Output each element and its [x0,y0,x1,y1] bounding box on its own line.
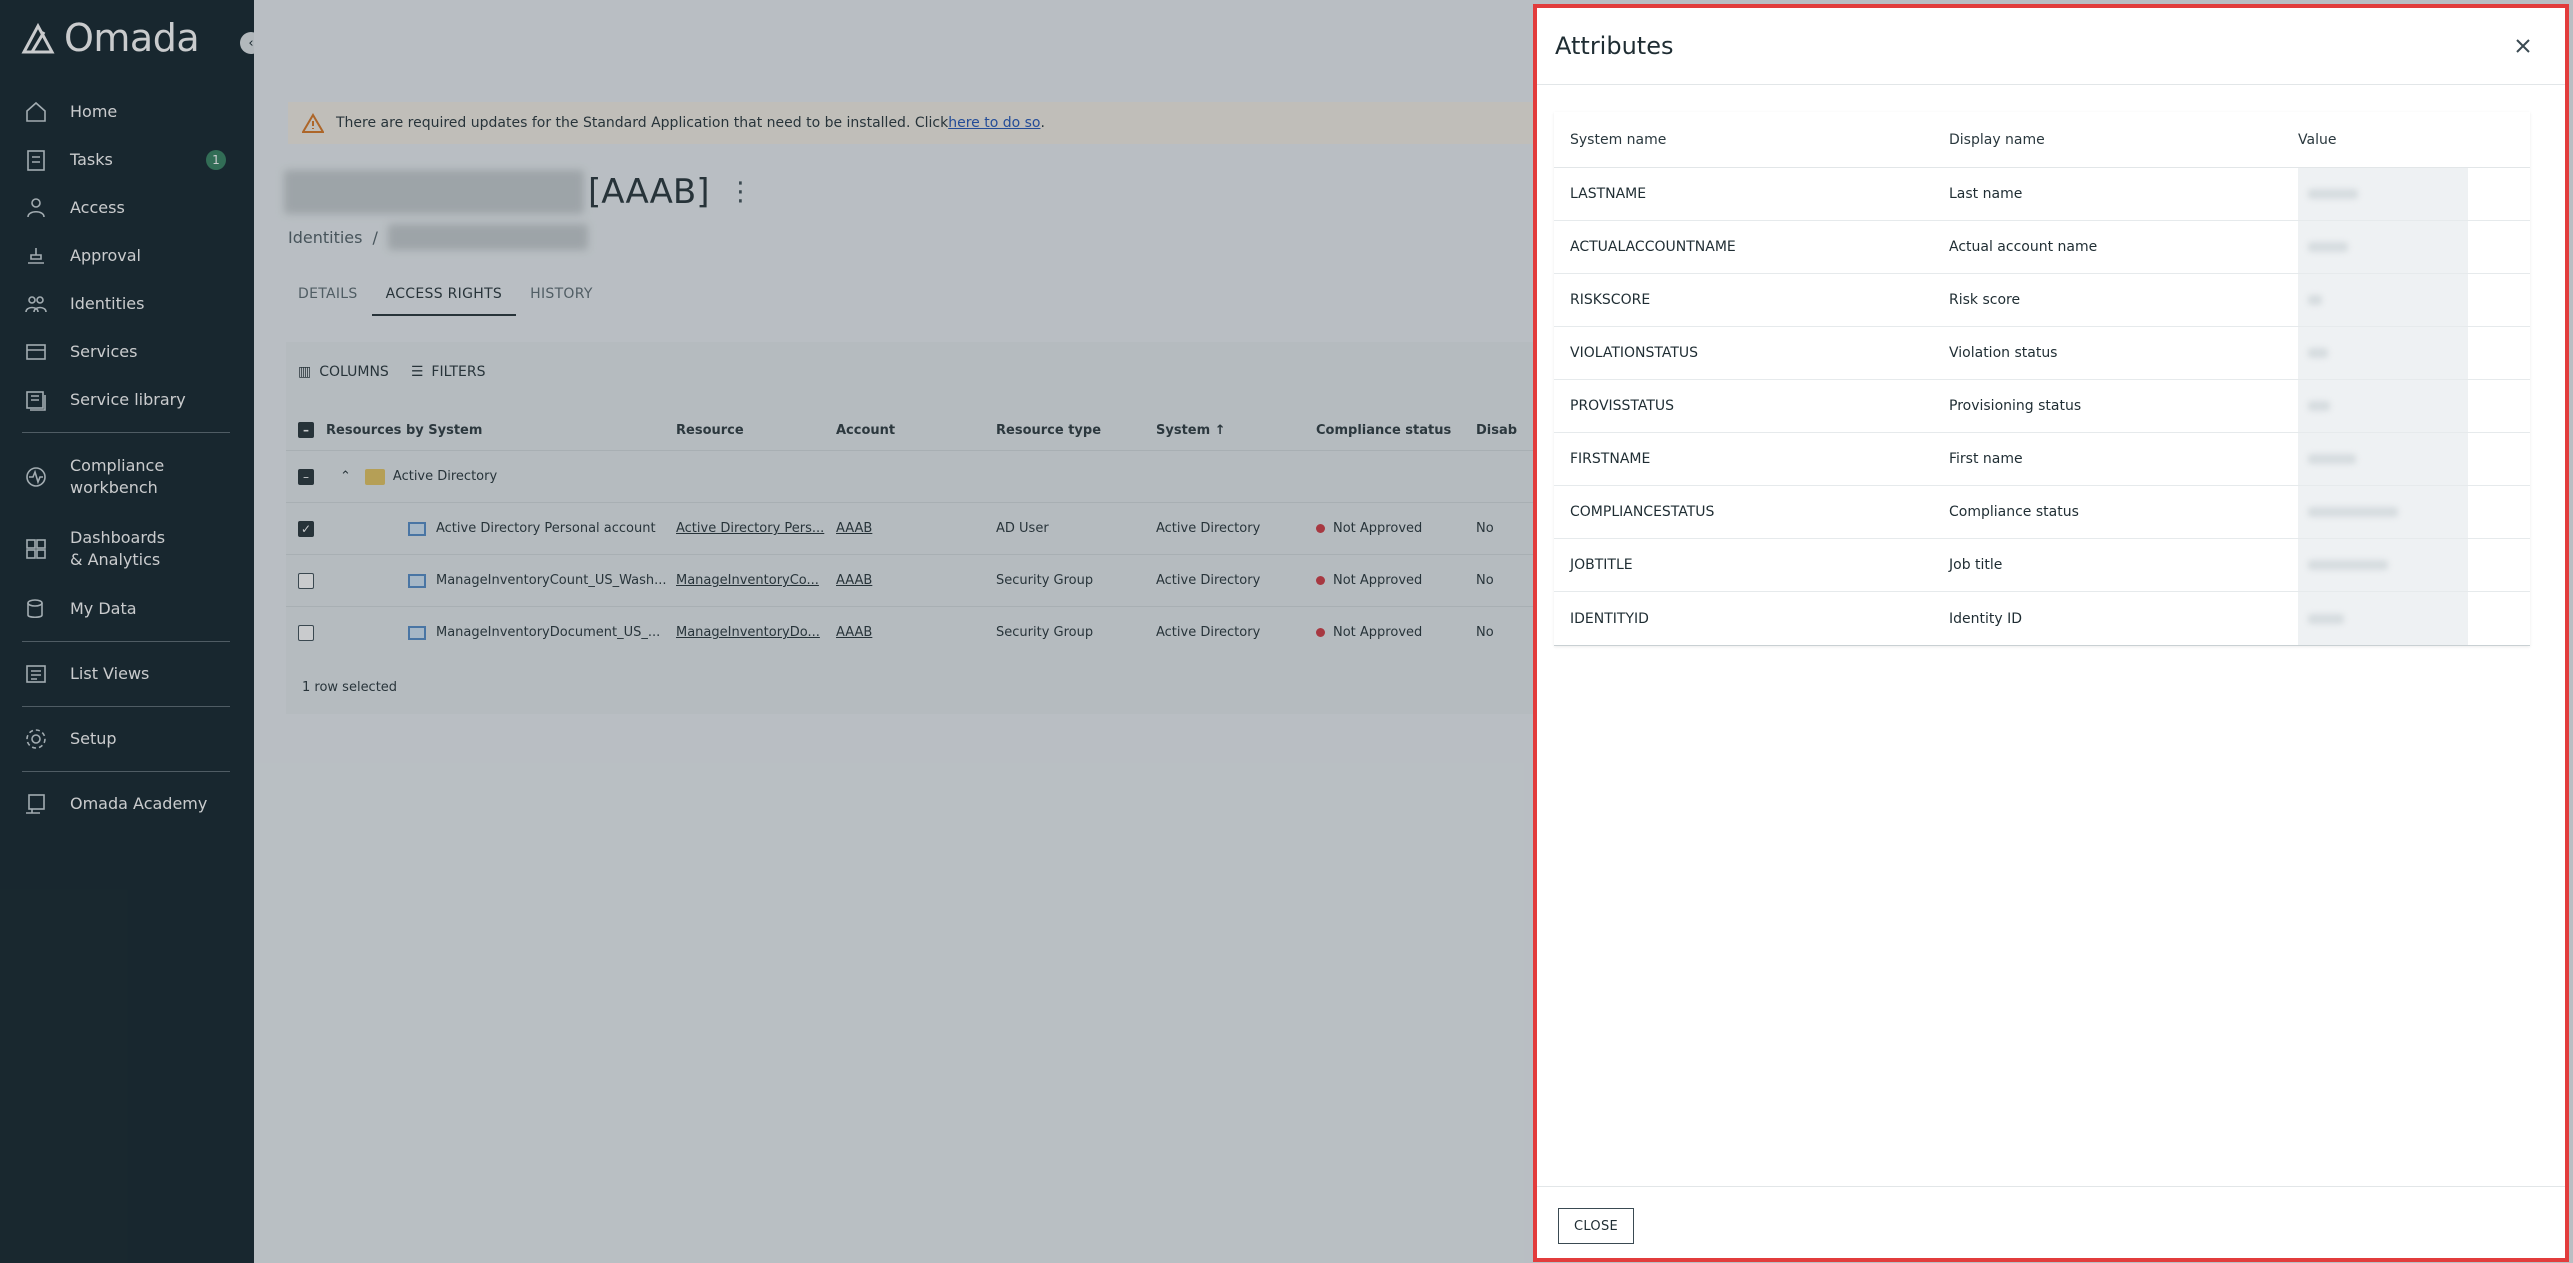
system-name-cell: LASTNAME [1570,186,1647,202]
table-row: ACTUALACCOUNTNAME Actual account name [1554,221,2530,274]
system-name-cell: COMPLIANCESTATUS [1570,504,1715,520]
dialog-divider [1537,84,2565,85]
redacted-value [2298,327,2468,379]
attributes-dialog: Attributes System name Display name Valu… [1533,4,2569,1262]
redacted-value [2298,168,2468,220]
table-row: VIOLATIONSTATUS Violation status [1554,327,2530,380]
table-row: RISKSCORE Risk score [1554,274,2530,327]
display-name-cell: Last name [1949,186,2023,202]
display-name-cell: Compliance status [1949,504,2079,520]
display-name-cell: Provisioning status [1949,398,2082,414]
system-name-cell: JOBTITLE [1570,557,1633,573]
value-cell [2286,486,2530,538]
dialog-title: Attributes [1555,32,1674,60]
table-row: FIRSTNAME First name [1554,433,2530,486]
display-name-cell: First name [1949,451,2023,467]
display-name-cell: Violation status [1949,345,2058,361]
dialog-footer-divider [1537,1186,2565,1187]
value-cell [2286,539,2530,591]
table-row: IDENTITYID Identity ID [1554,592,2530,645]
table-row: LASTNAME Last name [1554,168,2530,221]
system-name-cell: VIOLATIONSTATUS [1570,345,1699,361]
attributes-table: System name Display name Value LASTNAME L… [1554,112,2530,646]
redacted-value [2298,433,2468,485]
table-row: JOBTITLE Job title [1554,539,2530,592]
system-name-cell: IDENTITYID [1570,610,1649,627]
header-system-name: System name [1570,131,1667,148]
redacted-value [2298,274,2468,326]
system-name-cell: ACTUALACCOUNTNAME [1570,239,1736,255]
close-icon[interactable] [2511,34,2535,58]
redacted-value [2298,486,2468,538]
display-name-cell: Risk score [1949,292,2021,308]
display-name-cell: Job title [1949,557,2003,573]
value-cell [2286,327,2530,379]
redacted-value [2298,221,2468,273]
table-row: COMPLIANCESTATUS Compliance status [1554,486,2530,539]
system-name-cell: PROVISSTATUS [1570,398,1675,414]
system-name-cell: RISKSCORE [1570,292,1651,308]
header-display-name: Display name [1949,131,2045,148]
close-button[interactable]: CLOSE [1558,1208,1634,1244]
header-value: Value [2298,131,2337,148]
value-cell [2286,168,2530,220]
redacted-value [2298,539,2468,591]
table-header: System name Display name Value [1554,112,2530,168]
value-cell [2286,221,2530,273]
value-cell [2286,274,2530,326]
value-cell [2286,433,2530,485]
system-name-cell: FIRSTNAME [1570,451,1651,467]
display-name-cell: Identity ID [1949,610,2023,627]
redacted-value [2298,380,2468,432]
table-row: PROVISSTATUS Provisioning status [1554,380,2530,433]
display-name-cell: Actual account name [1949,239,2098,255]
redacted-value [2298,592,2468,645]
value-cell [2286,592,2530,645]
value-cell [2286,380,2530,432]
